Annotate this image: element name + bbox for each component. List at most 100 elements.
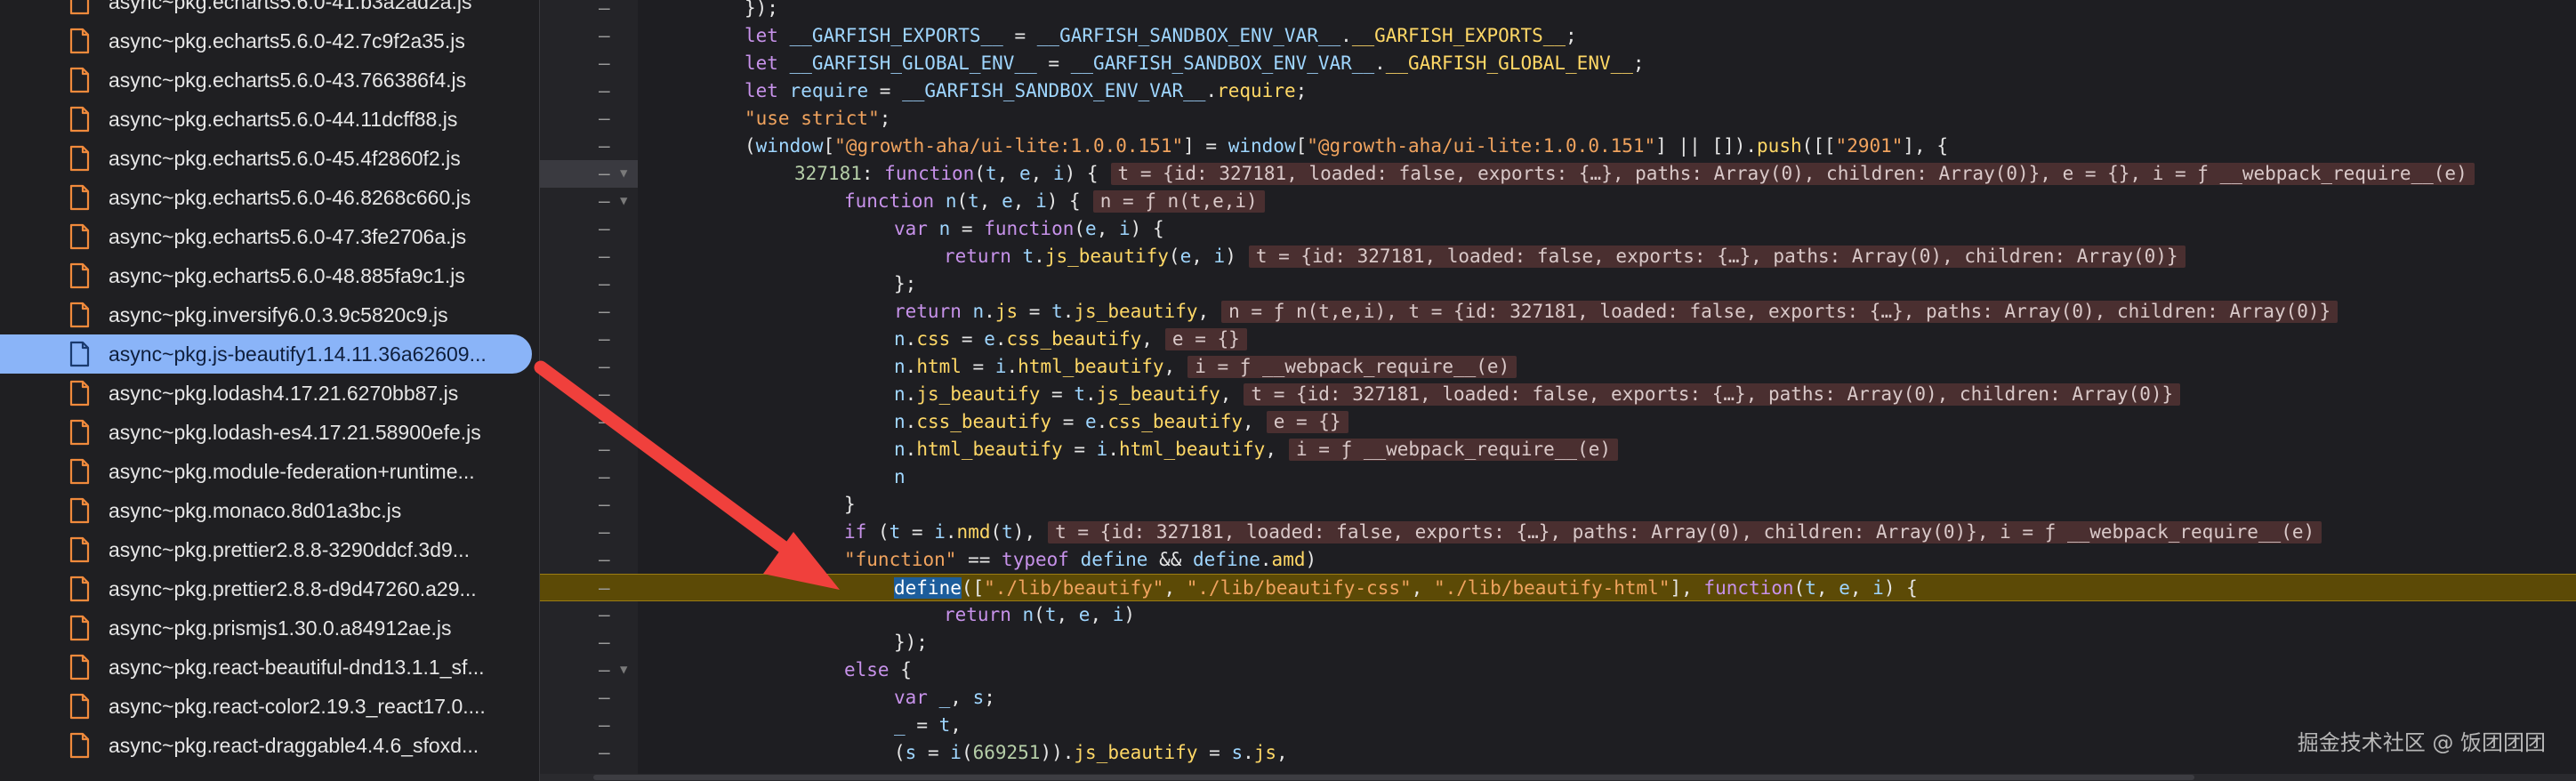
code-line[interactable]: – return n.js = t.js_beautify, n = ƒ n(t,e…	[540, 298, 2576, 326]
file-item[interactable]: async~pkg.lodash-es4.17.21.58900efe.js	[0, 413, 539, 452]
code-line[interactable]: – return t.js_beautify(e, i) t = {id: 3271…	[540, 243, 2576, 270]
breakpoint-marker[interactable]: –	[599, 243, 610, 270]
gutter-cell[interactable]	[540, 519, 638, 546]
breakpoint-marker[interactable]: –	[599, 270, 610, 298]
file-item[interactable]: async~pkg.js-beautify1.14.11.36a62609...	[0, 334, 532, 374]
breakpoint-marker[interactable]: –	[599, 105, 610, 133]
code-line[interactable]: – n.css = e.css_beautify, e = {}	[540, 326, 2576, 353]
breakpoint-marker[interactable]: –	[599, 491, 610, 519]
code-line[interactable]: – n	[540, 463, 2576, 491]
file-item[interactable]: async~pkg.react-color2.19.3_react17.0...…	[0, 687, 539, 726]
code-line[interactable]: – n.html_beautify = i.html_beautify, i = ƒ…	[540, 436, 2576, 463]
current-execution-line[interactable]: – define(["./lib/beautify", "./lib/beauti…	[540, 574, 2576, 601]
gutter-cell[interactable]	[540, 601, 638, 629]
code-line[interactable]: –});	[540, 629, 2576, 656]
code-line[interactable]: – let require = __GARFISH_SANDBOX_ENV_VAR…	[540, 77, 2576, 105]
file-item[interactable]: async~pkg.prettier2.8.8-3290ddcf.3d9...	[0, 530, 539, 569]
file-item[interactable]: async~pkg.lodash4.17.21.6270bb87.js	[0, 374, 539, 413]
breakpoint-marker[interactable]: –	[599, 436, 610, 463]
file-item[interactable]: async~pkg.prismjs1.30.0.a84912ae.js	[0, 608, 539, 648]
gutter-cell[interactable]	[540, 546, 638, 574]
file-item[interactable]: async~pkg.echarts5.6.0-42.7c9f2a35.js	[0, 21, 539, 60]
gutter-cell[interactable]	[540, 22, 638, 50]
breakpoint-marker[interactable]: –	[599, 298, 610, 326]
code-line[interactable]: – "use strict";	[540, 105, 2576, 133]
gutter-cell[interactable]	[540, 463, 638, 491]
code-line[interactable]: – let __GARFISH_GLOBAL_ENV__ = __GARFISH_…	[540, 50, 2576, 77]
code-line[interactable]: – ▼ function n(t, e, i) {n = ƒ n(t,e,i)	[540, 188, 2576, 215]
breakpoint-marker[interactable]: –	[599, 463, 610, 491]
breakpoint-marker[interactable]: –	[599, 575, 610, 602]
code-line[interactable]: – var _, s;	[540, 684, 2576, 712]
file-item[interactable]: async~pkg.react-beautiful-dnd13.1.1_sf..…	[0, 648, 539, 687]
breakpoint-marker[interactable]: –	[599, 408, 610, 436]
code-line[interactable]: – n.css_beautify = e.css_beautify, e = {}	[540, 408, 2576, 436]
gutter-cell[interactable]	[540, 298, 638, 326]
code-line[interactable]: –});	[540, 0, 2576, 22]
gutter-cell[interactable]	[540, 629, 638, 656]
file-item[interactable]: async~pkg.monaco.8d01a3bc.js	[0, 491, 539, 530]
gutter-cell[interactable]	[540, 353, 638, 381]
gutter-cell[interactable]	[540, 739, 638, 767]
gutter-cell[interactable]	[540, 408, 638, 436]
code-line[interactable]: – (window["@growth-aha/ui-lite:1.0.0.151"…	[540, 133, 2576, 160]
gutter-cell[interactable]	[540, 215, 638, 243]
breakpoint-marker[interactable]: –	[599, 188, 610, 215]
breakpoint-marker[interactable]: –	[599, 601, 610, 629]
file-item[interactable]: async~pkg.echarts5.6.0-43.766386f4.js	[0, 60, 539, 100]
breakpoint-marker[interactable]: –	[599, 326, 610, 353]
breakpoint-marker[interactable]: –	[599, 160, 610, 188]
fold-toggle-icon[interactable]: ▼	[620, 656, 627, 684]
breakpoint-marker[interactable]: –	[599, 50, 610, 77]
code-line[interactable]: – if (t = i.nmd(t), t = {id: 327181, loade…	[540, 519, 2576, 546]
gutter-cell[interactable]	[540, 381, 638, 408]
file-item[interactable]: async~pkg.echarts5.6.0-44.11dcff88.js	[0, 100, 539, 139]
file-item[interactable]: async~pkg.echarts5.6.0-47.3fe2706a.js	[0, 217, 539, 256]
breakpoint-marker[interactable]: –	[599, 712, 610, 739]
gutter-cell[interactable]	[540, 684, 638, 712]
file-item[interactable]: async~pkg.echarts5.6.0-48.885fa9c1.js	[0, 256, 539, 295]
gutter-cell[interactable]	[540, 243, 638, 270]
gutter-cell[interactable]	[540, 105, 638, 133]
code-line[interactable]: – ▼ else {	[540, 656, 2576, 684]
code-line[interactable]: – var n = function(e, i) {	[540, 215, 2576, 243]
gutter-cell[interactable]	[540, 491, 638, 519]
breakpoint-marker[interactable]: –	[599, 629, 610, 656]
gutter-cell[interactable]	[540, 326, 638, 353]
gutter-cell[interactable]	[540, 712, 638, 739]
breakpoint-marker[interactable]: –	[599, 381, 610, 408]
code-line[interactable]: –}	[540, 491, 2576, 519]
breakpoint-marker[interactable]: –	[599, 684, 610, 712]
fold-toggle-icon[interactable]: ▼	[620, 188, 627, 215]
code-line[interactable]: – n.html = i.html_beautify, i = ƒ __webpac…	[540, 353, 2576, 381]
code-line[interactable]: – _ = t,	[540, 712, 2576, 739]
code-line[interactable]: – return n(t, e, i)	[540, 601, 2576, 629]
file-item[interactable]: async~pkg.module-federation+runtime...	[0, 452, 539, 491]
code-line[interactable]: – (s = i(669251)).js_beautify = s.js,	[540, 739, 2576, 767]
code-line[interactable]: – let __GARFISH_EXPORTS__ = __GARFISH_SAN…	[540, 22, 2576, 50]
code-line[interactable]: –};	[540, 270, 2576, 298]
breakpoint-marker[interactable]: –	[599, 519, 610, 546]
breakpoint-marker[interactable]: –	[599, 739, 610, 767]
gutter-cell[interactable]	[540, 133, 638, 160]
gutter-cell[interactable]	[540, 0, 638, 22]
breakpoint-marker[interactable]: –	[599, 656, 610, 684]
gutter-cell[interactable]	[540, 50, 638, 77]
breakpoint-marker[interactable]: –	[599, 22, 610, 50]
breakpoint-marker[interactable]: –	[599, 0, 610, 22]
gutter-cell[interactable]	[540, 77, 638, 105]
code-editor[interactable]: –}); – let __GARFISH_EXPORTS__ = __GARFISH…	[540, 0, 2576, 781]
horizontal-scrollbar[interactable]	[540, 774, 2576, 781]
file-item[interactable]: async~pkg.inversify6.0.3.9c5820c9.js	[0, 295, 539, 334]
breakpoint-marker[interactable]: –	[599, 215, 610, 243]
code-line[interactable]: – n.js_beautify = t.js_beautify, t = {id: …	[540, 381, 2576, 408]
code-line[interactable]: – ▼ 327181: function(t, e, i) {t = {id: 32…	[540, 160, 2576, 188]
breakpoint-marker[interactable]: –	[599, 353, 610, 381]
file-item[interactable]: async~pkg.echarts5.6.0-41.b3a2ad2a.js	[0, 0, 539, 21]
fold-toggle-icon[interactable]: ▼	[620, 160, 627, 188]
file-item[interactable]: async~pkg.echarts5.6.0-45.4f2860f2.js	[0, 139, 539, 178]
breakpoint-marker[interactable]: –	[599, 77, 610, 105]
breakpoint-marker[interactable]: –	[599, 133, 610, 160]
file-item[interactable]: async~pkg.react-draggable4.4.6_sfoxd...	[0, 726, 539, 765]
code-line[interactable]: – "function" == typeof define && define.a…	[540, 546, 2576, 574]
